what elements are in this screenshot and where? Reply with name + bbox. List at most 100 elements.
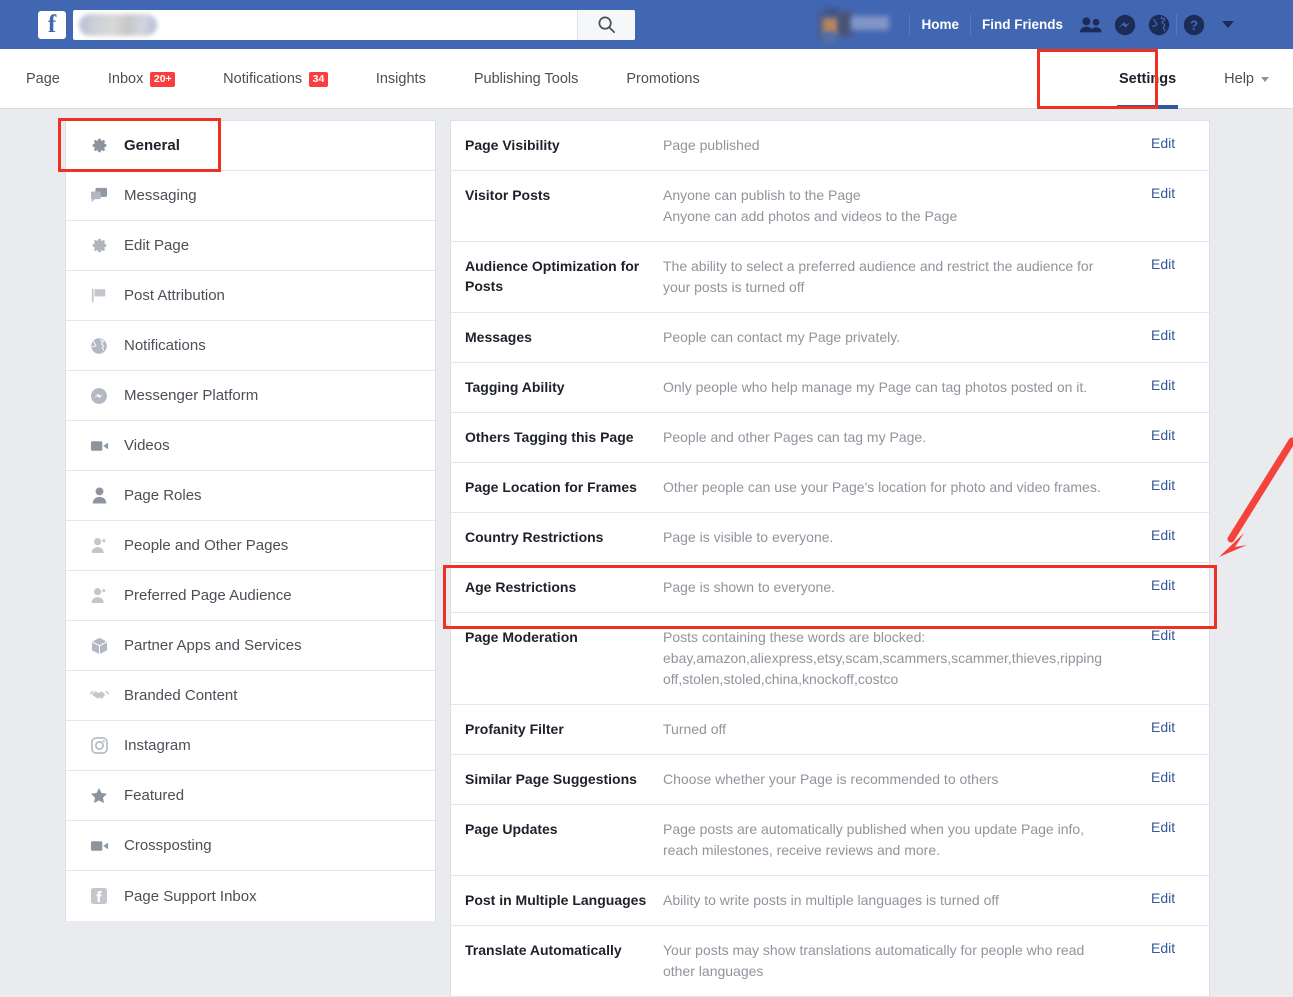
setting-value-line: People and other Pages can tag my Page. — [663, 429, 927, 445]
sidebar-item-page-support-inbox[interactable]: Page Support Inbox — [66, 871, 435, 921]
messenger-icon — [1114, 14, 1136, 35]
tab-page[interactable]: Page — [0, 49, 84, 109]
tab-promotions[interactable]: Promotions — [602, 49, 723, 109]
edit-link[interactable]: Edit — [1151, 527, 1209, 548]
chevron-down-icon — [1222, 21, 1234, 28]
setting-label: Page Location for Frames — [465, 479, 637, 495]
sidebar-item-partner-apps-and-services[interactable]: Partner Apps and Services — [66, 621, 435, 671]
tab-notifications[interactable]: Notifications 34 — [199, 49, 352, 109]
setting-label: Page Visibility — [465, 137, 560, 153]
tab-insights[interactable]: Insights — [352, 49, 450, 109]
sidebar-item-crossposting[interactable]: Crossposting — [66, 821, 435, 871]
sidebar-item-label: Featured — [124, 787, 185, 804]
tab-label: Page — [26, 71, 60, 87]
tab-label: Help — [1224, 71, 1254, 87]
sidebar-item-label: Videos — [124, 437, 170, 454]
setting-value-line: your posts is turned off — [663, 279, 805, 295]
person-star-icon — [88, 536, 110, 556]
settings-sidebar: General Messaging Edit Page Post Attribu… — [65, 120, 436, 921]
setting-value: Anyone can publish to the Page Anyone ca… — [663, 185, 1151, 227]
setting-row-messages: Messages People can contact my Page priv… — [451, 313, 1209, 363]
setting-value: Turned off — [663, 719, 1151, 740]
friend-requests-button[interactable] — [1074, 10, 1108, 40]
edit-link[interactable]: Edit — [1151, 890, 1209, 911]
sidebar-item-people-and-other-pages[interactable]: People and Other Pages — [66, 521, 435, 571]
setting-label: Translate Automatically — [465, 942, 622, 958]
edit-link[interactable]: Edit — [1151, 477, 1209, 498]
sidebar-item-messenger-platform[interactable]: Messenger Platform — [66, 371, 435, 421]
active-tab-underline — [1116, 105, 1179, 109]
tab-label: Settings — [1118, 71, 1177, 87]
sidebar-item-edit-page[interactable]: Edit Page — [66, 221, 435, 271]
edit-link[interactable]: Edit — [1151, 327, 1209, 348]
sidebar-item-instagram[interactable]: Instagram — [66, 721, 435, 771]
setting-value-line: Posts containing these words are blocked… — [663, 629, 926, 645]
setting-label: Age Restrictions — [465, 579, 577, 595]
sidebar-item-page-roles[interactable]: Page Roles — [66, 471, 435, 521]
tab-publishing-tools[interactable]: Publishing Tools — [450, 49, 603, 109]
setting-value-line: Ability to write posts in multiple langu… — [663, 892, 999, 908]
tab-settings[interactable]: Settings — [1095, 49, 1200, 109]
setting-row-visitor-posts: Visitor Posts Anyone can publish to the … — [451, 171, 1209, 242]
box-icon — [88, 636, 110, 656]
sidebar-item-featured[interactable]: Featured — [66, 771, 435, 821]
find-friends-link[interactable]: Find Friends — [971, 17, 1074, 32]
sidebar-item-general[interactable]: General — [66, 121, 435, 171]
edit-link[interactable]: Edit — [1151, 377, 1209, 398]
account-dropdown-button[interactable] — [1211, 10, 1245, 40]
setting-row-tagging-ability: Tagging Ability Only people who help man… — [451, 363, 1209, 413]
setting-value: Page published — [663, 135, 1151, 156]
edit-link[interactable]: Edit — [1151, 427, 1209, 448]
edit-link[interactable]: Edit — [1151, 185, 1209, 227]
setting-row-page-location-for-frames: Page Location for Frames Other people ca… — [451, 463, 1209, 513]
setting-row-page-updates: Page Updates Page posts are automaticall… — [451, 805, 1209, 876]
tab-inbox[interactable]: Inbox 20+ — [84, 49, 199, 109]
profile-name-blurred[interactable] — [811, 7, 897, 44]
setting-row-page-visibility: Page Visibility Page published Edit — [451, 121, 1209, 171]
search-button[interactable] — [577, 9, 635, 40]
edit-link[interactable]: Edit — [1151, 256, 1209, 298]
edit-link[interactable]: Edit — [1151, 135, 1209, 156]
sidebar-item-videos[interactable]: Videos — [66, 421, 435, 471]
setting-value: The ability to select a preferred audien… — [663, 256, 1151, 298]
sidebar-item-label: Page Support Inbox — [124, 887, 257, 905]
setting-value-line: Anyone can publish to the Page — [663, 187, 861, 203]
messenger-button[interactable] — [1108, 10, 1142, 40]
sidebar-item-branded-content[interactable]: Branded Content — [66, 671, 435, 721]
edit-link[interactable]: Edit — [1151, 719, 1209, 740]
sidebar-item-preferred-page-audience[interactable]: Preferred Page Audience — [66, 571, 435, 621]
sidebar-item-label: Post Attribution — [124, 287, 225, 304]
sidebar-item-post-attribution[interactable]: Post Attribution — [66, 271, 435, 321]
flag-icon — [88, 286, 110, 306]
edit-link[interactable]: Edit — [1151, 627, 1209, 690]
gear-icon — [88, 136, 110, 156]
messenger-icon — [88, 386, 110, 406]
star-icon — [88, 786, 110, 806]
sidebar-item-notifications[interactable]: Notifications — [66, 321, 435, 371]
search-input-wrapper[interactable] — [73, 9, 635, 40]
setting-value: People and other Pages can tag my Page. — [663, 427, 1151, 448]
setting-value: Page is visible to everyone. — [663, 527, 1151, 548]
setting-value-line: Page is shown to everyone. — [663, 579, 835, 595]
help-button[interactable]: ? — [1177, 10, 1211, 40]
settings-content-area: General Messaging Edit Page Post Attribu… — [0, 110, 1293, 997]
tab-label: Inbox — [107, 71, 144, 87]
tab-help[interactable]: Help — [1200, 49, 1293, 109]
person-star-icon — [88, 586, 110, 606]
sidebar-item-label: Messaging — [124, 187, 197, 204]
edit-link[interactable]: Edit — [1151, 577, 1209, 598]
setting-value-line: Page published — [663, 137, 760, 153]
globe-notifications-button[interactable] — [1142, 10, 1176, 40]
edit-link[interactable]: Edit — [1151, 940, 1209, 982]
sidebar-item-messaging[interactable]: Messaging — [66, 171, 435, 221]
home-link[interactable]: Home — [910, 17, 970, 32]
facebook-logo-icon[interactable]: f — [38, 10, 66, 39]
setting-value: People can contact my Page privately. — [663, 327, 1151, 348]
edit-link[interactable]: Edit — [1151, 769, 1209, 790]
sidebar-item-label: Crossposting — [124, 837, 212, 854]
setting-value-line: reach milestones, receive reviews and mo… — [663, 842, 941, 858]
notifications-badge: 34 — [309, 71, 328, 87]
edit-link[interactable]: Edit — [1151, 819, 1209, 861]
setting-label: Country Restrictions — [465, 529, 604, 545]
tab-label: Publishing Tools — [473, 71, 579, 87]
